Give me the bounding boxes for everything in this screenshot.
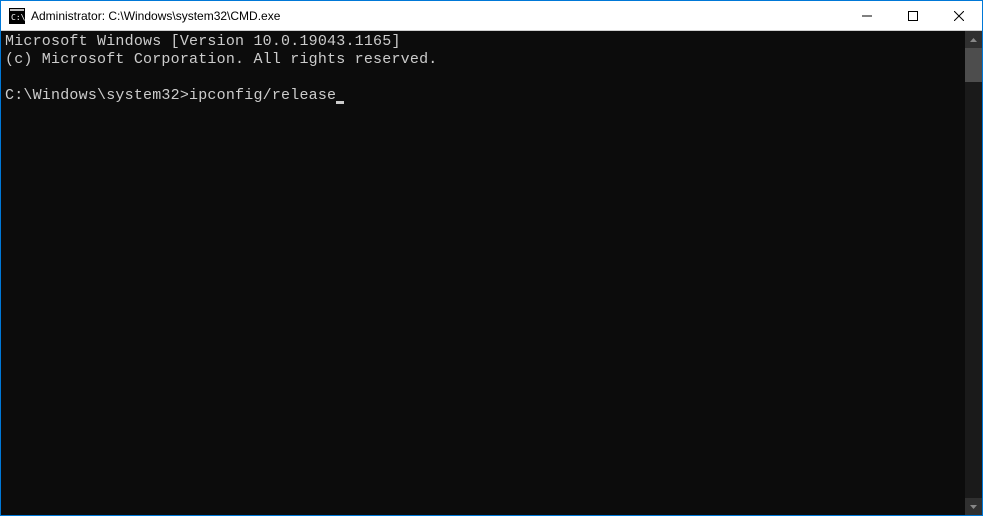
cmd-window: C:\ Administrator: C:\Windows\system32\C…	[0, 0, 983, 516]
vertical-scrollbar[interactable]	[965, 31, 982, 515]
terminal-blank-line	[5, 69, 961, 87]
terminal-area: Microsoft Windows [Version 10.0.19043.11…	[1, 31, 982, 515]
minimize-button[interactable]	[844, 1, 890, 30]
svg-text:C:\: C:\	[11, 13, 25, 22]
terminal-command: ipconfig/release	[189, 87, 336, 104]
close-button[interactable]	[936, 1, 982, 30]
maximize-button[interactable]	[890, 1, 936, 30]
scroll-thumb[interactable]	[965, 48, 982, 82]
window-title: Administrator: C:\Windows\system32\CMD.e…	[31, 9, 280, 23]
window-controls	[844, 1, 982, 30]
terminal-prompt-line: C:\Windows\system32>ipconfig/release	[5, 87, 961, 105]
scroll-up-arrow-icon[interactable]	[965, 31, 982, 48]
terminal-line: (c) Microsoft Corporation. All rights re…	[5, 51, 961, 69]
terminal-prompt: C:\Windows\system32>	[5, 87, 189, 104]
cmd-icon: C:\	[9, 8, 25, 24]
titlebar[interactable]: C:\ Administrator: C:\Windows\system32\C…	[1, 1, 982, 31]
terminal[interactable]: Microsoft Windows [Version 10.0.19043.11…	[1, 31, 965, 515]
terminal-line: Microsoft Windows [Version 10.0.19043.11…	[5, 33, 961, 51]
scroll-track[interactable]	[965, 48, 982, 498]
scroll-down-arrow-icon[interactable]	[965, 498, 982, 515]
cursor-icon	[336, 101, 344, 104]
